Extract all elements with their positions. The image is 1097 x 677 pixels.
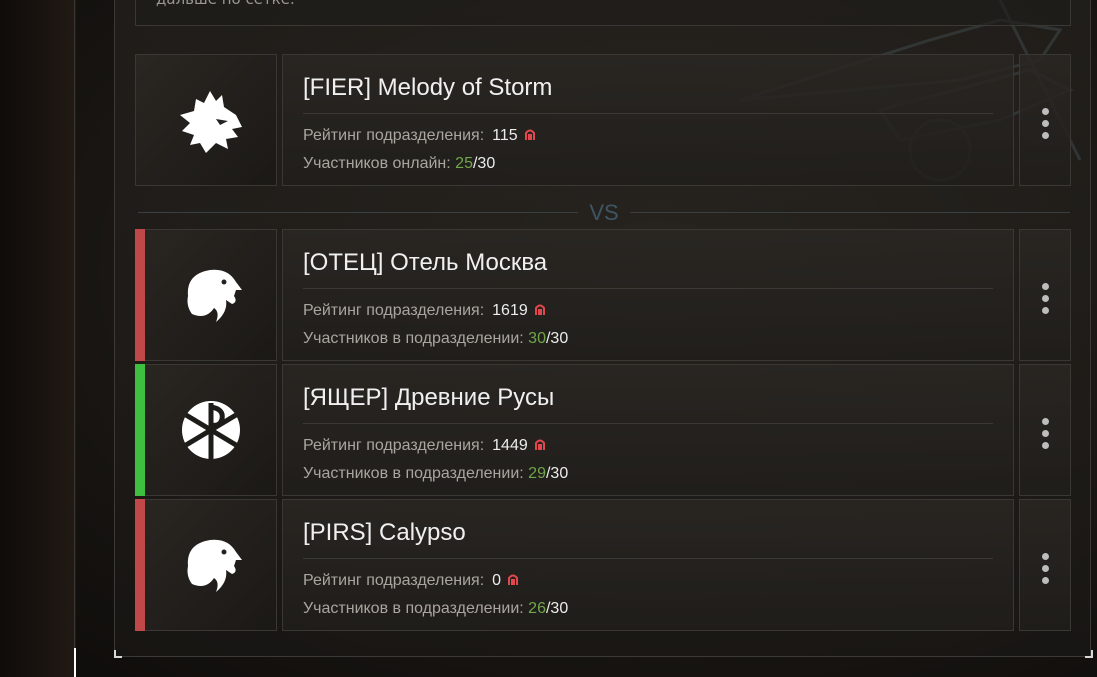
- vs-separator: VS: [138, 200, 1070, 226]
- rating-value: 1619: [492, 302, 528, 319]
- more-vert-icon: [1042, 108, 1050, 140]
- scroll-marker: [74, 648, 76, 677]
- members-label: Участников в подразделении:: [303, 600, 524, 617]
- rating-line: Рейтинг подразделения: 0: [303, 572, 519, 590]
- chi-rho-icon: [182, 401, 240, 459]
- unit-info-card: [FIER] Melody of Storm Рейтинг подраздел…: [282, 54, 1014, 186]
- unit-title: [FIER] Melody of Storm: [303, 74, 553, 101]
- unit-info-card: [PIRS] Calypso Рейтинг подразделения: 0 У…: [282, 499, 1014, 631]
- unit-logo: [135, 499, 277, 631]
- vs-line-left: [138, 212, 578, 213]
- title-divider: [303, 558, 993, 559]
- rating-line: Рейтинг подразделения: 1449: [303, 437, 546, 455]
- vs-label: VS: [589, 200, 619, 225]
- own-unit-row: [FIER] Melody of Storm Рейтинг подраздел…: [135, 54, 1071, 186]
- members-total: 30: [550, 465, 569, 482]
- rating-label: Рейтинг подразделения:: [303, 127, 485, 144]
- title-divider: [303, 113, 993, 114]
- rank-icon: [534, 439, 545, 450]
- title-divider: [303, 288, 993, 289]
- members-label: Участников онлайн:: [303, 155, 451, 172]
- members-line: Участников в подразделении: 30/30: [303, 330, 568, 348]
- unit-menu-button[interactable]: [1019, 499, 1071, 631]
- unit-menu-button[interactable]: [1019, 364, 1071, 496]
- more-vert-icon: [1042, 553, 1050, 585]
- more-vert-icon: [1042, 283, 1050, 315]
- unit-logo: [135, 364, 277, 496]
- members-line: Участников в подразделении: 29/30: [303, 465, 568, 483]
- members-count: 29: [528, 465, 546, 482]
- loss-stripe: [135, 229, 145, 361]
- win-stripe: [135, 364, 145, 496]
- info-box: дальше по сетке.: [135, 0, 1071, 26]
- members-total: 30: [550, 330, 569, 347]
- more-vert-icon: [1042, 418, 1050, 450]
- left-divider: [74, 0, 75, 677]
- unit-title: [ЯЩЕР] Древние Русы: [303, 384, 555, 411]
- rating-value: 0: [492, 572, 502, 589]
- members-label: Участников в подразделении:: [303, 465, 524, 482]
- rank-icon: [524, 129, 535, 140]
- panel-corner-bl: [114, 650, 122, 658]
- opponent-row: [ОТЕЦ] Отель Москва Рейтинг подразделени…: [135, 229, 1071, 361]
- unit-title: [PIRS] Calypso: [303, 519, 466, 546]
- rating-label: Рейтинг подразделения:: [303, 437, 485, 454]
- opponent-row: [ЯЩЕР] Древние Русы Рейтинг подразделени…: [135, 364, 1071, 496]
- unit-logo: [135, 54, 277, 186]
- wolf-icon: [180, 91, 242, 153]
- unit-logo: [135, 229, 277, 361]
- unit-info-card: [ОТЕЦ] Отель Москва Рейтинг подразделени…: [282, 229, 1014, 361]
- rating-value: 115: [492, 127, 518, 144]
- loss-stripe: [135, 499, 145, 631]
- rank-icon: [534, 304, 545, 315]
- members-line: Участников в подразделении: 26/30: [303, 600, 568, 618]
- vs-line-right: [630, 212, 1070, 213]
- unit-info-card: [ЯЩЕР] Древние Русы Рейтинг подразделени…: [282, 364, 1014, 496]
- title-divider: [303, 423, 993, 424]
- rating-label: Рейтинг подразделения:: [303, 572, 485, 589]
- members-online: 25: [455, 155, 473, 172]
- panel-corner-br: [1085, 650, 1093, 658]
- left-backdrop: [0, 0, 76, 677]
- unit-menu-button[interactable]: [1019, 54, 1071, 186]
- opponent-row: [PIRS] Calypso Рейтинг подразделения: 0 У…: [135, 499, 1071, 631]
- unit-menu-button[interactable]: [1019, 229, 1071, 361]
- rank-icon: [508, 574, 519, 585]
- unit-title: [ОТЕЦ] Отель Москва: [303, 249, 548, 276]
- members-total: 30: [477, 155, 496, 172]
- members-count: 30: [528, 330, 546, 347]
- members-label: Участников в подразделении:: [303, 330, 524, 347]
- rating-value: 1449: [492, 437, 528, 454]
- members-count: 26: [528, 600, 546, 617]
- rating-line: Рейтинг подразделения: 115: [303, 127, 536, 145]
- info-text: дальше по сетке.: [156, 0, 295, 8]
- members-total: 30: [550, 600, 569, 617]
- members-line: Участников онлайн: 25/30: [303, 155, 495, 173]
- eagle-icon: [187, 539, 242, 592]
- rating-label: Рейтинг подразделения:: [303, 302, 485, 319]
- rating-line: Рейтинг подразделения: 1619: [303, 302, 546, 320]
- eagle-icon: [187, 269, 242, 322]
